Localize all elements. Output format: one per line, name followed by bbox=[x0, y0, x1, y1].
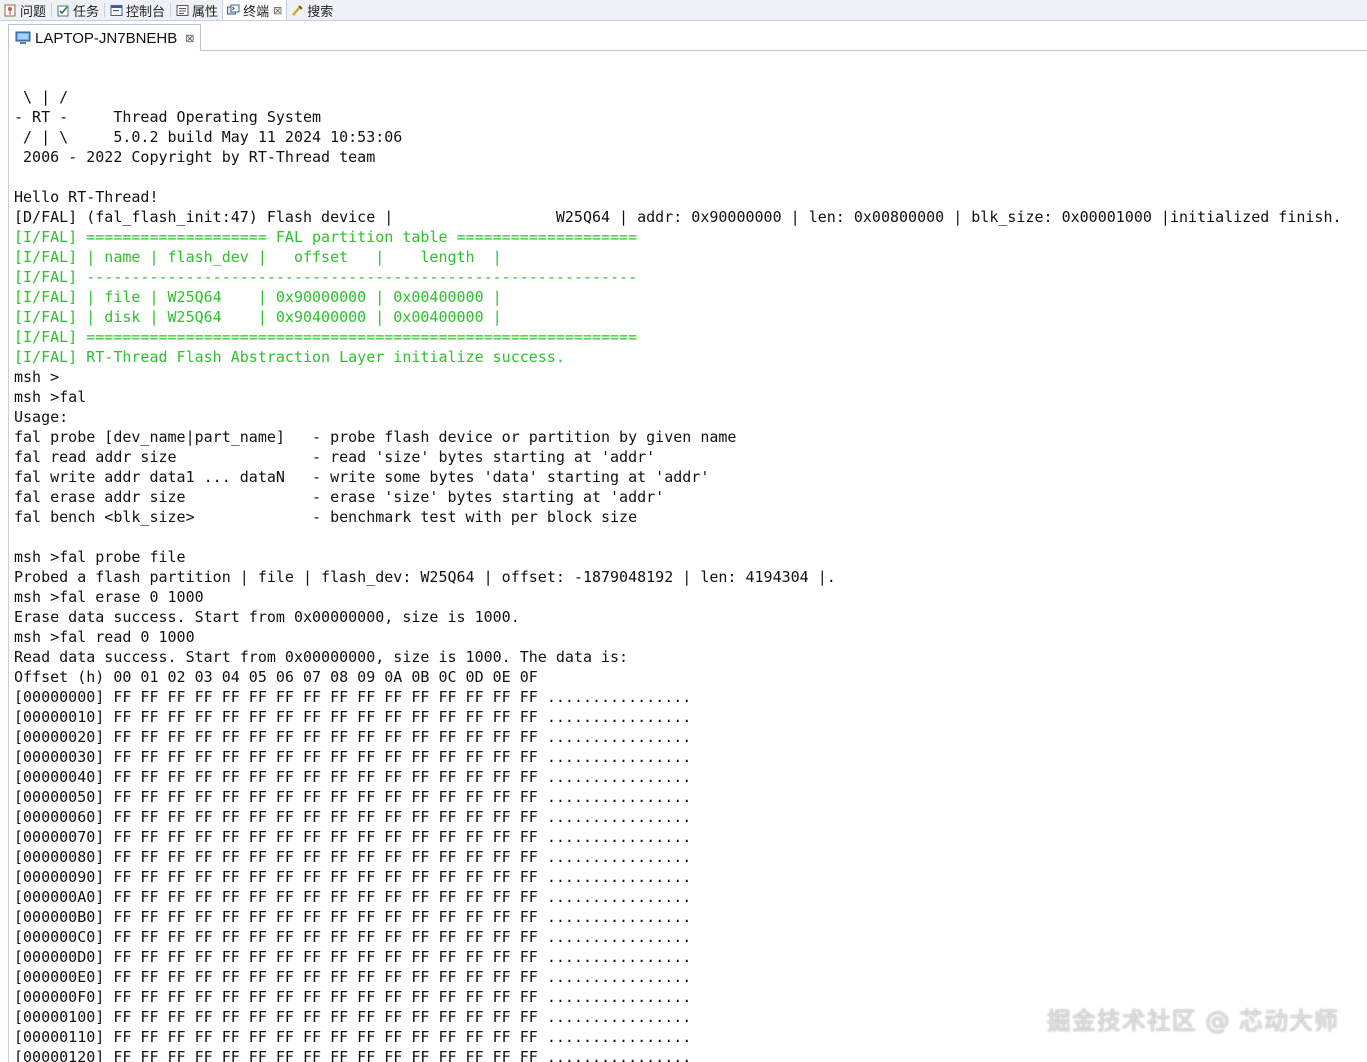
tab-terminal[interactable]: 终端 ⊠ bbox=[222, 0, 288, 20]
terminal-line: fal probe [dev_name|part_name] - probe f… bbox=[14, 428, 737, 446]
terminal-line: msh >fal erase 0 1000 bbox=[14, 588, 204, 606]
terminal-output[interactable]: \ | / - RT - Thread Operating System / | … bbox=[14, 67, 1364, 1062]
terminal-line: fal bench <blk_size> - benchmark test wi… bbox=[14, 508, 638, 526]
terminal-line: msh >fal probe file bbox=[14, 548, 186, 566]
properties-icon bbox=[176, 4, 189, 17]
terminal-line: Usage: bbox=[14, 408, 69, 426]
terminal-line: / | \ 5.0.2 build May 11 2024 10:53:06 bbox=[14, 128, 403, 146]
terminal-line: [00000020] FF FF FF FF FF FF FF FF FF FF… bbox=[14, 728, 692, 746]
terminal-line: Hello RT-Thread! bbox=[14, 188, 159, 206]
terminal-line: [00000070] FF FF FF FF FF FF FF FF FF FF… bbox=[14, 828, 692, 846]
session-tab-label: LAPTOP-JN7BNEHB bbox=[35, 29, 178, 47]
computer-icon bbox=[15, 31, 31, 45]
tab-search[interactable]: 搜索 bbox=[287, 0, 337, 20]
tab-problems[interactable]: 问题 bbox=[0, 0, 50, 20]
console-icon bbox=[110, 4, 123, 17]
terminal-line: msh > bbox=[14, 368, 60, 386]
terminal-line: [I/FAL] | name | flash_dev | offset | le… bbox=[14, 248, 502, 266]
terminal-line: [I/FAL] | disk | W25Q64 | 0x90400000 | 0… bbox=[14, 308, 502, 326]
search-icon bbox=[291, 4, 304, 17]
terminal-line: [00000120] FF FF FF FF FF FF FF FF FF FF… bbox=[14, 1048, 692, 1062]
problems-icon bbox=[4, 4, 17, 17]
terminal-line: [I/FAL] | file | W25Q64 | 0x90000000 | 0… bbox=[14, 288, 502, 306]
session-tab-bar: LAPTOP-JN7BNEHB ⊠ bbox=[8, 22, 1367, 51]
tab-label: 属性 bbox=[192, 4, 219, 20]
terminal-icon bbox=[227, 4, 240, 17]
tab-label: 搜索 bbox=[307, 4, 334, 20]
terminal-line: [I/FAL] ==================== FAL partiti… bbox=[14, 228, 638, 246]
tab-label: 终端 bbox=[243, 4, 270, 20]
tab-tasks[interactable]: 任务 bbox=[53, 0, 103, 20]
tab-label: 任务 bbox=[73, 4, 100, 20]
terminal-line: msh >fal read 0 1000 bbox=[14, 628, 195, 646]
terminal-line: [00000030] FF FF FF FF FF FF FF FF FF FF… bbox=[14, 748, 692, 766]
terminal-line: [D/FAL] (fal_flash_init:47) Flash device… bbox=[14, 208, 1342, 226]
terminal-line: [000000C0] FF FF FF FF FF FF FF FF FF FF… bbox=[14, 928, 692, 946]
terminal-line: [I/FAL] RT-Thread Flash Abstraction Laye… bbox=[14, 348, 565, 366]
terminal-line: - RT - Thread Operating System bbox=[14, 108, 322, 126]
tab-divider bbox=[104, 3, 106, 17]
view-tab-bar: 问题 任务 控制台 属性 终端 ⊠ 搜索 bbox=[0, 0, 1367, 21]
terminal-line: Offset (h) 00 01 02 03 04 05 06 07 08 09… bbox=[14, 668, 538, 686]
terminal-line: [000000A0] FF FF FF FF FF FF FF FF FF FF… bbox=[14, 888, 692, 906]
left-divider bbox=[8, 50, 9, 1062]
terminal-line: 2006 - 2022 Copyright by RT-Thread team bbox=[14, 148, 376, 166]
tab-divider bbox=[51, 3, 53, 17]
tasks-icon bbox=[57, 4, 70, 17]
close-icon[interactable]: ⊠ bbox=[273, 4, 282, 17]
terminal-line: [00000080] FF FF FF FF FF FF FF FF FF FF… bbox=[14, 848, 692, 866]
terminal-line: [000000E0] FF FF FF FF FF FF FF FF FF FF… bbox=[14, 968, 692, 986]
terminal-line: fal erase addr size - erase 'size' bytes… bbox=[14, 488, 665, 506]
terminal-line: fal write addr data1 ... dataN - write s… bbox=[14, 468, 710, 486]
terminal-line: [I/FAL] --------------------------------… bbox=[14, 268, 638, 286]
close-icon[interactable]: ⊠ bbox=[185, 32, 194, 45]
tab-console[interactable]: 控制台 bbox=[106, 0, 169, 20]
tab-label: 问题 bbox=[20, 4, 47, 20]
session-tab[interactable]: LAPTOP-JN7BNEHB ⊠ bbox=[8, 24, 202, 51]
terminal-line: [00000060] FF FF FF FF FF FF FF FF FF FF… bbox=[14, 808, 692, 826]
terminal-line: Read data success. Start from 0x00000000… bbox=[14, 648, 629, 666]
terminal-line: [000000D0] FF FF FF FF FF FF FF FF FF FF… bbox=[14, 948, 692, 966]
terminal-line: \ | / bbox=[14, 88, 69, 106]
watermark: 掘金技术社区 @ 芯动大师 bbox=[1046, 1007, 1339, 1035]
tab-divider bbox=[170, 3, 172, 17]
tab-label: 控制台 bbox=[126, 4, 166, 20]
tab-properties[interactable]: 属性 bbox=[172, 0, 222, 20]
terminal-line: [000000B0] FF FF FF FF FF FF FF FF FF FF… bbox=[14, 908, 692, 926]
terminal-line: [00000000] FF FF FF FF FF FF FF FF FF FF… bbox=[14, 688, 692, 706]
terminal-line: Probed a flash partition | file | flash_… bbox=[14, 568, 836, 586]
terminal-line: Erase data success. Start from 0x0000000… bbox=[14, 608, 520, 626]
terminal-line: [00000040] FF FF FF FF FF FF FF FF FF FF… bbox=[14, 768, 692, 786]
terminal-line: [00000090] FF FF FF FF FF FF FF FF FF FF… bbox=[14, 868, 692, 886]
terminal-line: [I/FAL] ================================… bbox=[14, 328, 638, 346]
terminal-line: msh >fal bbox=[14, 388, 87, 406]
terminal-line: [00000010] FF FF FF FF FF FF FF FF FF FF… bbox=[14, 708, 692, 726]
terminal-line: fal read addr size - read 'size' bytes s… bbox=[14, 448, 656, 466]
terminal-line: [00000050] FF FF FF FF FF FF FF FF FF FF… bbox=[14, 788, 692, 806]
